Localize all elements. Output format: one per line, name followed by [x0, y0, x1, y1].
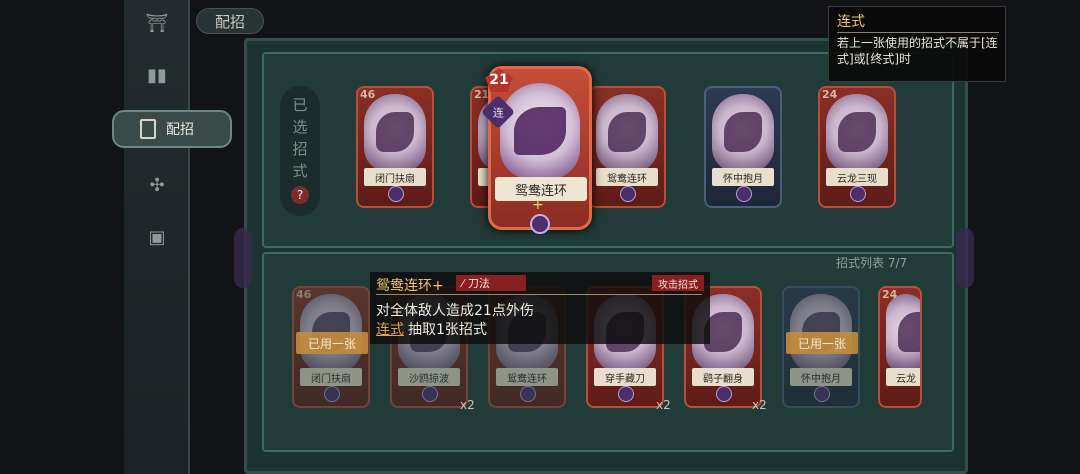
cards-icon[interactable]: ▮▮ [134, 60, 180, 90]
sidebar-item-deck[interactable]: 配招 [112, 110, 232, 148]
right-ornament [956, 228, 974, 288]
card-count: x2 [460, 398, 475, 412]
emblem-icon[interactable]: ✣ [134, 170, 180, 200]
selected-card[interactable]: 46 闭门扶扇 [356, 86, 434, 208]
card-type-badge: 攻击招式 [652, 275, 704, 291]
tooltip-description: 对全体敌人造成21点外伤 [376, 303, 534, 319]
keyword-description: 若上一张使用的招式不属于[连式]或[终式]时 [837, 36, 998, 66]
gem-icon [814, 386, 830, 402]
pagoda-icon[interactable]: ⛩ [134, 8, 180, 38]
list-card[interactable]: 24 云龙 [878, 286, 922, 408]
selected-card[interactable]: 怀中抱月 [704, 86, 782, 208]
gem-icon [388, 186, 404, 202]
help-icon[interactable]: ? [291, 186, 309, 204]
used-badge: 已用一张 [786, 332, 858, 354]
card-art [826, 94, 888, 172]
gem-icon [422, 386, 438, 402]
card-art [886, 294, 920, 372]
keyword-link[interactable]: 连式 [376, 319, 404, 339]
page-title: 配招 [196, 8, 264, 34]
card-list-count: 招式列表 7/7 [836, 256, 908, 270]
card-deck-icon [140, 119, 156, 139]
gem-icon [520, 386, 536, 402]
selected-card[interactable]: 24 云龙三现 [818, 86, 896, 208]
card-art [596, 94, 658, 172]
card-art [712, 94, 774, 172]
tooltip-effect: 抽取1张招式 [408, 322, 487, 338]
scroll-icon[interactable]: ▣ [134, 222, 180, 252]
used-badge: 已用一张 [296, 332, 368, 354]
gem-icon [618, 386, 634, 402]
blade-icon: ⁄ [462, 276, 464, 290]
sidebar: ⛩ ▮▮ ✣ ▣ [124, 0, 190, 474]
gem-icon [620, 186, 636, 202]
tooltip-title: 鸳鸯连环+ [376, 278, 444, 294]
gem-icon [850, 186, 866, 202]
selected-card[interactable]: 鸳鸯连环 [588, 86, 666, 208]
weapon-tag: ⁄ 刀法 [456, 275, 526, 291]
left-ornament [234, 228, 252, 288]
keyword-title: 连式 [837, 14, 865, 30]
selected-label: 已 选 招 式 ? [280, 86, 320, 216]
divider [376, 294, 702, 295]
keyword-popup: 连式 若上一张使用的招式不属于[连式]或[终式]时 [828, 6, 1006, 82]
upgrade-icon: + [532, 197, 544, 213]
gem-icon [530, 214, 550, 234]
card-tooltip: 鸳鸯连环+ ⁄ 刀法 攻击招式 对全体敌人造成21点外伤 连式 抽取1张招式 [370, 272, 710, 344]
divider [837, 32, 999, 33]
gem-icon [736, 186, 752, 202]
gem-icon [324, 386, 340, 402]
card-art [500, 83, 580, 179]
card-count: x2 [656, 398, 671, 412]
sidebar-item-label: 配招 [166, 122, 194, 138]
gem-icon [716, 386, 732, 402]
card-count: x2 [752, 398, 767, 412]
card-art [364, 94, 426, 172]
